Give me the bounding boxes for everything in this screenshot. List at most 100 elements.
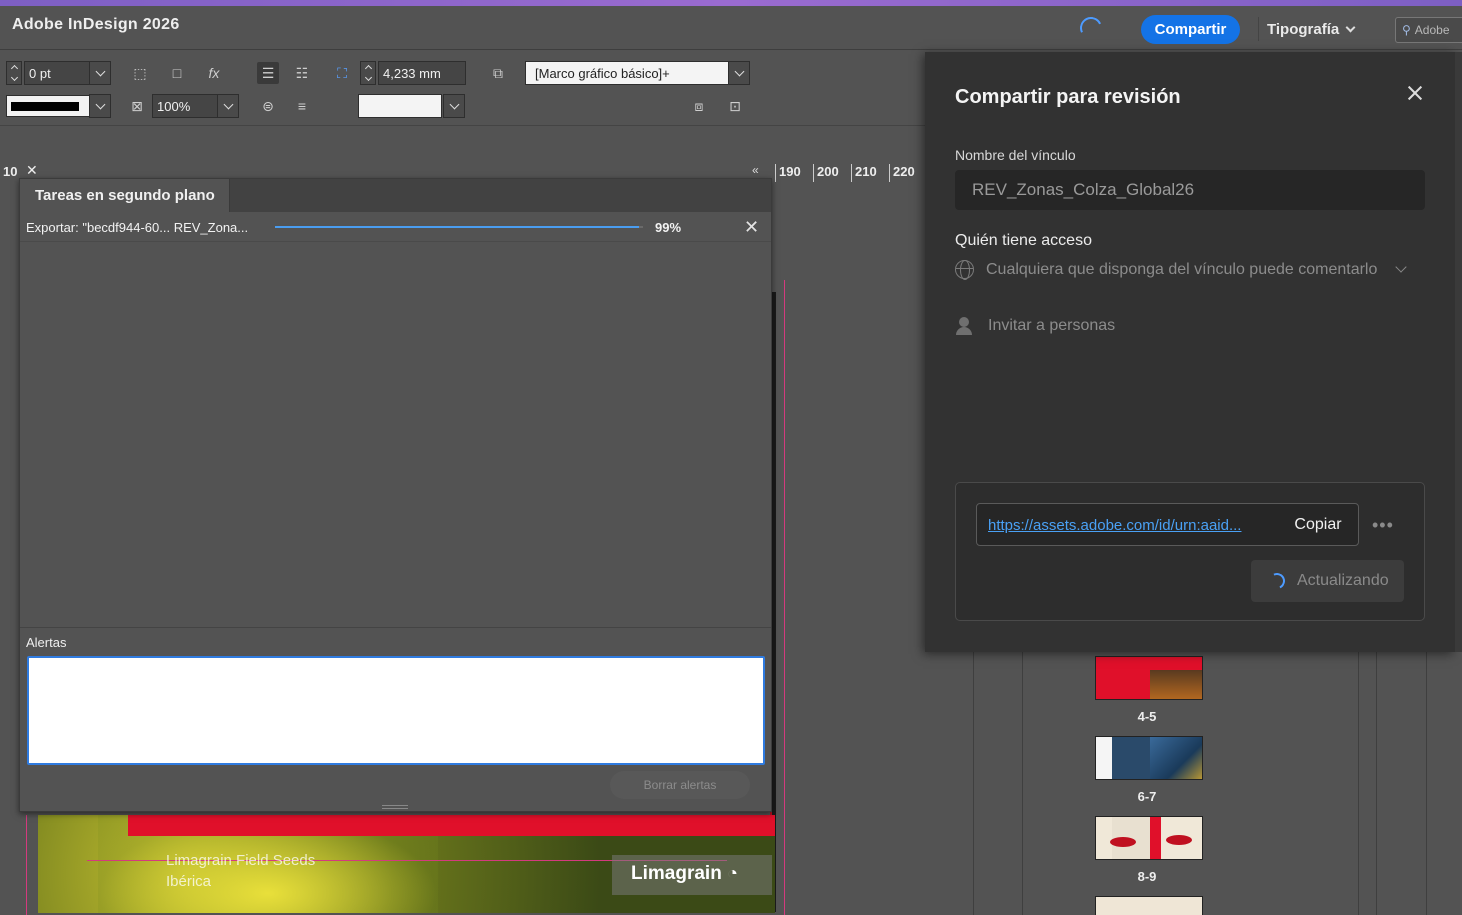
workspace-switcher[interactable]: Tipografía [1258,17,1356,41]
logo-mark-icon: ◔ [727,863,738,883]
search-icon: ⚲ [1402,23,1411,37]
link-name-input[interactable]: REV_Zonas_Colza_Global26 [955,170,1425,210]
spread-label: 8-9 [1137,869,1157,884]
spread-thumbnail[interactable] [1095,816,1203,860]
share-link-url[interactable]: https://assets.adobe.com/id/urn:aaid... [988,517,1278,534]
spread-label: 4-5 [1137,709,1157,724]
alerts-heading: Alertas [26,635,67,650]
app-title: Adobe InDesign 2026 [12,16,180,33]
align-stroke-inside-icon[interactable]: ☰ [257,62,279,84]
stroke-weight-field[interactable]: 0 pt [24,61,90,85]
task-progress-fill [275,226,640,228]
task-progress-bar [275,226,643,228]
clear-alerts-button[interactable]: Borrar alertas [610,771,750,799]
workspace-label: Tipografía [1267,20,1340,38]
text-wrap-icon[interactable]: ≡ [291,95,313,117]
background-tasks-panel: Tareas en segundo plano Exportar: "becdf… [19,178,772,812]
share-link-field[interactable]: https://assets.adobe.com/id/urn:aaid... … [976,503,1359,546]
brand-logo: Limagrain ◔ [631,863,738,885]
panel-divider [20,627,771,628]
swatch-preview[interactable] [358,94,442,118]
ruler-tick: 220 [889,164,915,182]
object-style-icon[interactable]: ⧉ [487,62,509,84]
chevron-down-icon [1395,261,1408,273]
panel-column-divider [1376,652,1377,915]
dimension-stepper[interactable] [360,61,376,85]
chevron-down-icon [1345,22,1356,32]
share-for-review-dialog: Compartir para revisión Nombre del víncu… [925,52,1455,652]
opacity-arrow[interactable] [217,94,239,118]
invite-people-button[interactable]: Invitar a personas [955,316,1115,336]
stroke-type-swatch[interactable] [6,95,90,117]
ruler-tick: 210 [851,164,877,182]
frame-shape-icon[interactable]: □ [166,62,188,84]
stroke-weight-dropdown[interactable] [89,61,111,85]
document-text: Limagrain Field Seeds [166,852,316,869]
stroke-weight-stepper[interactable] [6,61,22,85]
ruler-label: 10 [3,164,18,179]
control-bar: 0 pt ⬚ □ fx ☰ ☷ ⛶ 4,233 mm ⧉ [Marco gráf… [0,51,925,126]
link-name-label: Nombre del vínculo [955,147,1076,163]
arrange-icon[interactable]: ⧈ [688,95,710,117]
ruler-tick: 190 [775,164,801,182]
alerts-list[interactable] [27,656,765,765]
spread-thumbnail[interactable] [1095,736,1203,780]
opacity-icon: ⊠ [131,97,143,114]
spread-label: 6-7 [1137,789,1157,804]
swatch-dropdown[interactable] [443,94,465,118]
link-card: https://assets.adobe.com/id/urn:aaid... … [955,482,1425,621]
logo-text: Limagrain [631,863,722,884]
search-placeholder: Adobe [1414,23,1450,37]
access-value: Cualquiera que disponga del vínculo pued… [986,260,1378,278]
task-progress-percent: 99% [655,220,682,235]
panel-close-icon[interactable]: ✕ [26,162,38,179]
effects-fx-icon[interactable]: fx [203,62,225,84]
ruler-tick: 200 [813,164,839,182]
spread-thumbnail[interactable] [1095,896,1203,915]
align-stroke-center-icon[interactable]: ⊜ [257,95,279,117]
dialog-title: Compartir para revisión [955,86,1181,108]
sync-spinner-icon [1076,13,1106,43]
share-button[interactable]: Compartir [1141,15,1240,44]
close-icon[interactable] [1403,82,1427,106]
access-dropdown[interactable]: Cualquiera que disponga del vínculo pued… [955,260,1408,280]
resize-grip[interactable] [382,805,408,809]
pasteboard [775,183,925,915]
panel-column-divider [1358,652,1359,915]
object-style-dropdown[interactable] [728,61,750,85]
access-heading: Quién tiene acceso [955,232,1092,249]
search-input[interactable]: ⚲ Adobe [1395,17,1462,43]
document-text: Ibérica [166,873,212,890]
updating-label: Actualizando [1297,572,1389,589]
copy-link-button[interactable]: Copiar [1277,504,1359,545]
quick-apply-icon[interactable]: ⊡ [724,95,746,117]
opacity-field[interactable]: 100% [152,94,218,118]
updating-button[interactable]: Actualizando [1251,560,1404,602]
panel-tab-bar: Tareas en segundo plano [20,179,771,212]
frame-fitting-icon[interactable]: ⬚ [129,62,151,84]
dimension-field[interactable]: 4,233 mm [378,61,466,85]
panel-column-divider [973,652,974,915]
title-bar: Adobe InDesign 2026 Compartir Tipografía… [0,6,1462,50]
bleed-guide [784,280,785,915]
task-label: Exportar: "becdf944-60... REV_Zona... [26,220,249,235]
globe-icon [955,260,974,280]
align-stroke-outside-icon[interactable]: ☷ [291,62,313,84]
tab-background-tasks[interactable]: Tareas en segundo plano [20,179,230,212]
stroke-type-dropdown[interactable] [89,94,111,118]
bleed-guide [26,815,27,915]
invite-label: Invitar a personas [988,317,1116,334]
spread-thumbnail[interactable] [1095,656,1203,700]
object-style-select[interactable]: [Marco gráfico básico]+ [525,61,729,85]
task-row: Exportar: "becdf944-60... REV_Zona... 99… [20,212,771,242]
reference-point-icon[interactable]: ⛶ [331,62,353,84]
loading-spinner-icon [1266,570,1288,592]
cancel-task-icon[interactable]: ✕ [744,217,759,238]
add-person-icon [955,316,976,336]
collapse-panel-icon[interactable]: « [752,163,759,177]
window-edge [1455,52,1462,652]
panel-column-divider [1426,652,1427,915]
panel-column-divider [1022,652,1023,915]
document-red-band [128,815,775,836]
more-options-icon[interactable]: ••• [1372,515,1394,536]
